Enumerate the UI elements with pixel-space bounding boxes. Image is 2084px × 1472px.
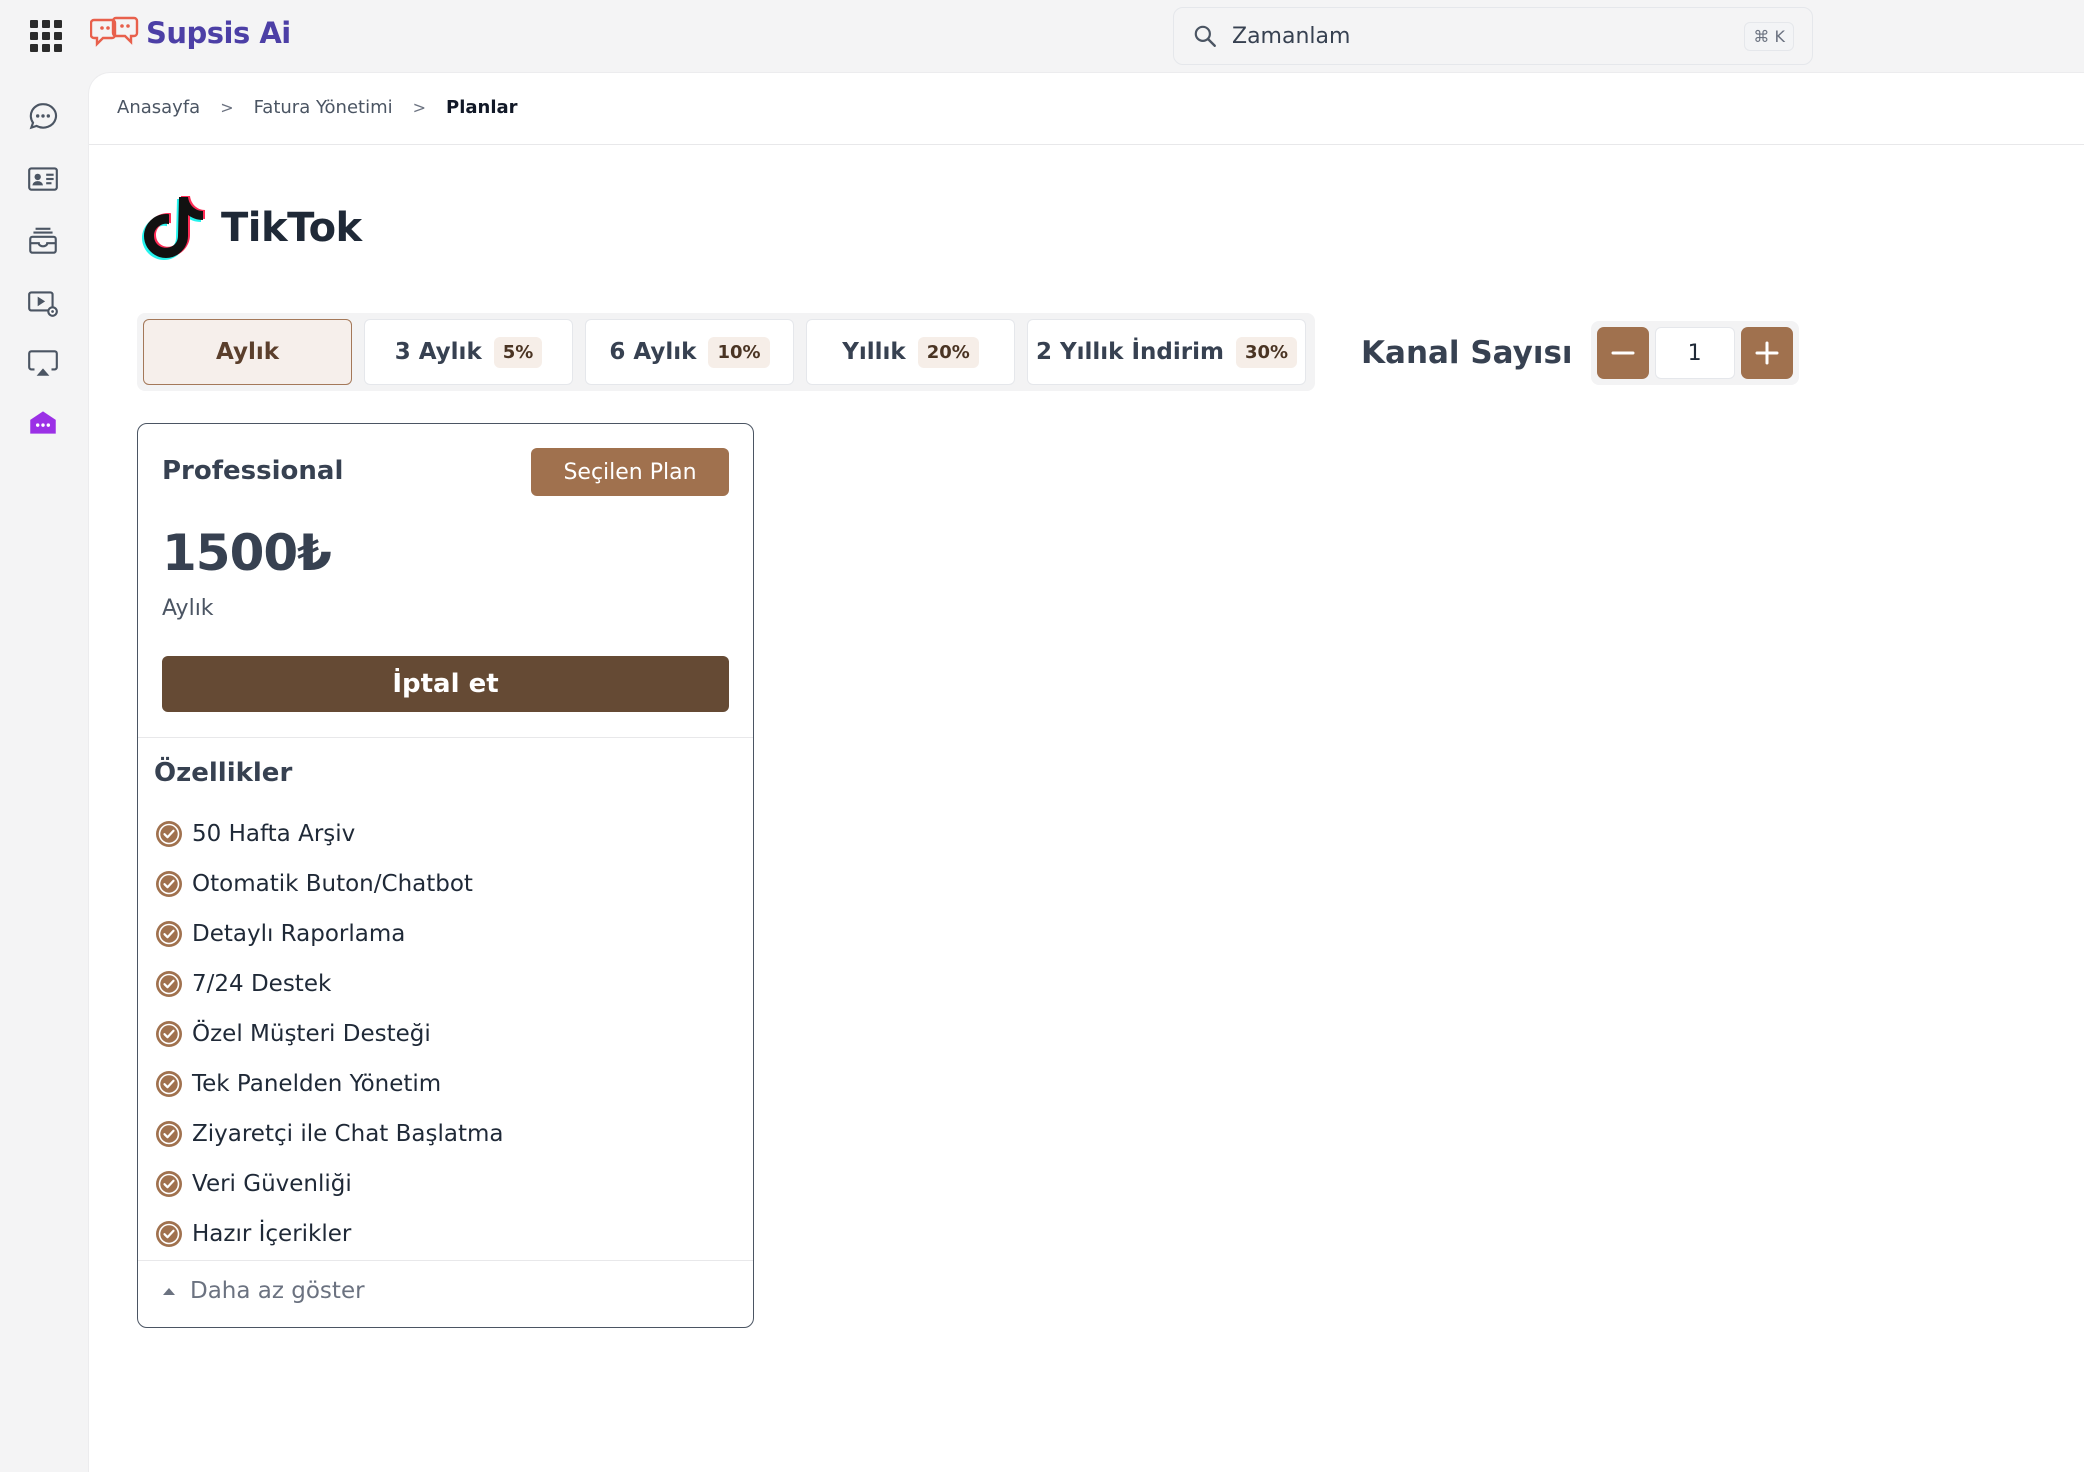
breadcrumb-home[interactable]: Anasayfa (117, 97, 200, 118)
card-divider (138, 1260, 753, 1261)
discount-badge: 10% (708, 336, 770, 368)
tiktok-logo-icon (142, 196, 205, 260)
plan-period: Aylık (162, 596, 214, 621)
check-circle-icon (156, 921, 182, 947)
sidebar (0, 72, 88, 1472)
tab-label: 6 Aylık (609, 339, 697, 365)
card-divider (138, 737, 753, 738)
billing-period-tabs: Aylık 3 Aylık 5% 6 Aylık 10% Yıllık 20% … (137, 313, 1315, 391)
sidebar-item-store[interactable] (22, 402, 64, 444)
sidebar-item-archive[interactable] (22, 220, 64, 262)
tab-label: 2 Yıllık İndirim (1035, 339, 1224, 365)
tab-monthly[interactable]: Aylık (143, 319, 352, 385)
channel-count-stepper (1590, 321, 1799, 385)
feature-label: Otomatik Buton/Chatbot (192, 871, 473, 897)
tab-6-months[interactable]: 6 Aylık 10% (585, 319, 794, 385)
search-box[interactable]: ⌘ K (1173, 7, 1813, 65)
increment-button[interactable] (1740, 327, 1793, 379)
tab-label: Yıllık (842, 339, 906, 365)
feature-item: Otomatik Buton/Chatbot (154, 859, 503, 909)
airplay-screen-icon (28, 350, 58, 376)
tab-label: 3 Aylık (394, 339, 482, 365)
breadcrumb-current: Planlar (446, 97, 518, 118)
feature-item: Tek Panelden Yönetim (154, 1059, 503, 1109)
check-circle-icon (156, 1021, 182, 1047)
decrement-button[interactable] (1596, 327, 1649, 379)
channel-count-input[interactable] (1654, 327, 1735, 379)
show-less-toggle[interactable]: Daha az göster (162, 1278, 365, 1304)
minus-icon (1611, 351, 1635, 355)
inbox-archive-icon (29, 227, 57, 254)
feature-label: Tek Panelden Yönetim (192, 1071, 442, 1097)
main-panel: Anasayfa > Fatura Yönetimi > Planlar Tik… (88, 72, 2084, 1472)
tab-2-years[interactable]: 2 Yıllık İndirim 30% (1027, 319, 1306, 385)
tab-label: Aylık (215, 339, 280, 365)
plus-icon (1755, 341, 1779, 365)
cancel-button[interactable]: İptal et (162, 656, 729, 712)
chevron-right-icon: > (412, 98, 427, 117)
feature-label: Detaylı Raporlama (192, 921, 406, 947)
feature-item: Veri Güvenliği (154, 1159, 503, 1209)
sidebar-item-media-settings[interactable] (22, 282, 64, 324)
header-divider (89, 144, 2084, 145)
selected-plan-button[interactable]: Seçilen Plan (531, 448, 729, 496)
plan-name: Professional (162, 456, 344, 486)
feature-item: Detaylı Raporlama (154, 909, 503, 959)
sidebar-item-contacts[interactable] (22, 158, 64, 200)
check-circle-icon (156, 971, 182, 997)
video-settings-icon (28, 291, 58, 317)
check-circle-icon (156, 1171, 182, 1197)
check-circle-icon (156, 821, 182, 847)
check-circle-icon (156, 1071, 182, 1097)
contact-card-icon (28, 167, 58, 191)
feature-item: 7/24 Destek (154, 959, 503, 1009)
discount-badge: 20% (917, 336, 979, 368)
apps-grid-icon[interactable] (30, 20, 62, 52)
feature-item: Özel Müşteri Desteği (154, 1009, 503, 1059)
brand-name: Supsis Ai (146, 16, 291, 50)
top-bar: Supsis Ai ⌘ K (0, 0, 2084, 72)
sidebar-item-chats[interactable] (22, 96, 64, 138)
sidebar-item-screen[interactable] (22, 342, 64, 384)
discount-badge: 5% (493, 336, 543, 368)
feature-label: Özel Müşteri Desteği (192, 1021, 431, 1047)
show-less-label: Daha az göster (190, 1278, 365, 1304)
tab-yearly[interactable]: Yıllık 20% (806, 319, 1015, 385)
page-title: TikTok (221, 205, 362, 251)
chat-bubble-icon (29, 103, 58, 130)
feature-label: 7/24 Destek (192, 971, 332, 997)
features-title: Özellikler (154, 758, 293, 788)
check-circle-icon (156, 1221, 182, 1247)
feature-label: 50 Hafta Arşiv (192, 821, 356, 847)
search-input[interactable] (1232, 23, 1745, 49)
check-circle-icon (156, 1121, 182, 1147)
feature-item: Hazır İçerikler (154, 1209, 503, 1259)
feature-item: Ziyaretçi ile Chat Başlatma (154, 1109, 503, 1159)
check-circle-icon (156, 871, 182, 897)
breadcrumb-billing[interactable]: Fatura Yönetimi (254, 97, 393, 118)
plan-card: Professional Seçilen Plan 1500₺ Aylık İp… (137, 423, 754, 1328)
search-icon (1194, 25, 1216, 47)
caret-up-icon (163, 1288, 175, 1295)
breadcrumb: Anasayfa > Fatura Yönetimi > Planlar (117, 97, 518, 118)
feature-item: 50 Hafta Arşiv (154, 809, 503, 859)
brand-logo-icon (90, 16, 139, 47)
brand[interactable]: Supsis Ai (90, 14, 291, 52)
channel-count: Kanal Sayısı (1361, 317, 1799, 389)
discount-badge: 30% (1235, 336, 1298, 368)
feature-label: Veri Güvenliği (192, 1171, 352, 1197)
channel-count-label: Kanal Sayısı (1361, 335, 1573, 371)
tab-3-months[interactable]: 3 Aylık 5% (364, 319, 573, 385)
search-shortcut-badge: ⌘ K (1744, 21, 1794, 51)
feature-list: 50 Hafta Arşiv Otomatik Buton/Chatbot Deta… (154, 809, 503, 1259)
store-icon (30, 411, 56, 434)
page-header: TikTok (139, 193, 362, 263)
chevron-right-icon: > (220, 98, 234, 117)
plan-price: 1500₺ (162, 524, 332, 582)
feature-label: Ziyaretçi ile Chat Başlatma (192, 1121, 504, 1147)
feature-label: Hazır İçerikler (192, 1221, 352, 1247)
